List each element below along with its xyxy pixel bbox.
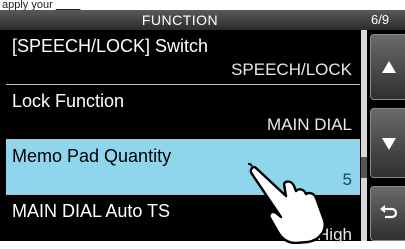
scroll-down-button[interactable] [370,108,405,178]
return-arrow-icon [380,205,397,219]
up-triangle-icon [382,61,396,73]
caption-prefix: apply your [2,0,53,10]
scrollbar-thumb[interactable] [361,157,367,178]
item-value: MAIN DIAL [266,115,352,134]
item-label: MAIN DIAL Auto TS [12,201,171,221]
radio-screen: FUNCTION 6/9 [SPEECH/LOCK] Switch SPEECH… [0,10,405,244]
scrollbar[interactable] [361,30,367,241]
item-label: Memo Pad Quantity [12,146,172,166]
list-item-lock-function[interactable]: Lock Function MAIN DIAL [6,85,360,140]
page-title: FUNCTION [141,12,219,28]
top-caption: apply your ____ [0,0,405,10]
list-item-speech-lock-switch[interactable]: [SPEECH/LOCK] Switch SPEECH/LOCK [6,30,360,85]
page-indicator: 6/9 [371,12,390,27]
down-triangle-icon [382,138,396,150]
pointing-hand-icon [248,162,326,244]
item-label: [SPEECH/LOCK] Switch [12,36,209,56]
back-button[interactable] [370,186,405,241]
scroll-up-button[interactable] [370,34,405,100]
title-bar: FUNCTION 6/9 [0,10,405,30]
item-label: Lock Function [12,91,125,111]
item-value: SPEECH/LOCK [231,60,352,79]
item-value: 5 [342,170,352,189]
caption-underlined: ____ [55,0,81,10]
